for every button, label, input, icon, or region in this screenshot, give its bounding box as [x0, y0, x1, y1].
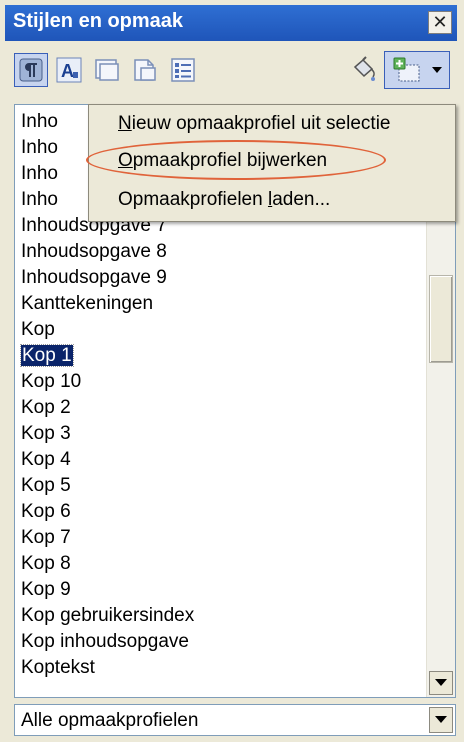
- svg-text:A: A: [61, 61, 74, 81]
- style-list-item-label: Inho: [21, 189, 58, 210]
- styles-and-formatting-window: Stijlen en opmaak ✕ A Inho Inho Inho Inh…: [0, 0, 464, 742]
- style-list-item[interactable]: Kop 8: [21, 551, 194, 577]
- style-list-item[interactable]: Kop gebruikersindex: [21, 603, 194, 629]
- style-list-item[interactable]: Inhoudsopgave 8: [21, 239, 194, 265]
- paragraph-styles-button[interactable]: [14, 53, 48, 87]
- style-list-item-label: Kop 5: [21, 475, 71, 496]
- style-list-item[interactable]: Koptekst: [21, 655, 194, 681]
- character-styles-button[interactable]: A: [52, 53, 86, 87]
- fill-format-mode-icon: [353, 56, 375, 81]
- style-list-item-label: Kop 6: [21, 501, 71, 522]
- list-styles-button[interactable]: [166, 53, 200, 87]
- new-style-from-selection-button[interactable]: [384, 51, 450, 89]
- style-list-item-label: Kop 9: [21, 579, 71, 600]
- chevron-down-icon: [435, 716, 447, 723]
- style-list-item-label: Kanttekeningen: [21, 293, 154, 314]
- toolbar: A: [12, 47, 452, 99]
- paragraph-styles-icon: [19, 58, 43, 82]
- style-list-item[interactable]: Kanttekeningen: [21, 291, 194, 317]
- chevron-down-icon[interactable]: [429, 62, 445, 78]
- style-list-item-label: Kop inhoudsopgave: [21, 631, 189, 652]
- menu-item-new-style-from-selection[interactable]: Nieuw opmaakprofiel uit selectie: [118, 113, 390, 135]
- title-bar: Stijlen en opmaak ✕: [5, 5, 457, 41]
- style-list-item[interactable]: Kop 3: [21, 421, 194, 447]
- frame-styles-icon: [95, 59, 119, 81]
- style-list-item[interactable]: Kop 5: [21, 473, 194, 499]
- scroll-down-button[interactable]: [429, 671, 453, 695]
- menu-item-load-styles[interactable]: Opmaakprofielen laden...: [118, 189, 330, 211]
- filter-dropdown-button[interactable]: [429, 707, 453, 733]
- character-styles-icon: A: [56, 57, 82, 83]
- style-list-item[interactable]: Kop 7: [21, 525, 194, 551]
- style-list-item-label: Inhoudsopgave 9: [21, 267, 167, 288]
- style-list-item-label: Inho: [21, 137, 58, 158]
- close-button[interactable]: ✕: [428, 11, 452, 34]
- close-icon: ✕: [432, 12, 448, 32]
- style-list-item[interactable]: Kop 1: [20, 343, 194, 369]
- style-list-item-label: Inho: [21, 163, 58, 184]
- style-list-item-label: Kop 7: [21, 527, 71, 548]
- list-styles-icon: [171, 58, 195, 82]
- page-styles-icon: [134, 59, 156, 81]
- page-styles-button[interactable]: [128, 53, 162, 87]
- style-list-item-label: Kop gebruikersindex: [21, 605, 195, 626]
- style-list-item-label: Inho: [21, 111, 58, 132]
- fill-format-mode-button[interactable]: [347, 53, 381, 87]
- style-list-item-label: Koptekst: [21, 657, 95, 678]
- style-list-item-label: Kop 3: [21, 423, 71, 444]
- frame-styles-button[interactable]: [90, 53, 124, 87]
- scrollbar-thumb[interactable]: [429, 275, 453, 363]
- style-list-item-label: Kop 1: [20, 344, 74, 367]
- arrow-down-icon: [435, 679, 447, 686]
- new-style-from-selection-icon: [393, 57, 420, 82]
- highlight-ellipse: [86, 140, 386, 180]
- style-list-item-label: Kop: [21, 319, 55, 340]
- style-list-item[interactable]: Kop inhoudsopgave: [21, 629, 194, 655]
- style-list-item-label: Kop 10: [21, 371, 82, 392]
- style-list-item-label: Kop 4: [21, 449, 71, 470]
- style-list-item[interactable]: Kop 2: [21, 395, 194, 421]
- style-filter-value: Alle opmaakprofielen: [21, 710, 199, 731]
- style-list-item[interactable]: Kop: [21, 317, 194, 343]
- style-list-item[interactable]: Inhoudsopgave 9: [21, 265, 194, 291]
- style-filter-select[interactable]: Alle opmaakprofielen: [14, 704, 456, 736]
- window-title: Stijlen en opmaak: [13, 10, 184, 32]
- style-list-item[interactable]: Kop 4: [21, 447, 194, 473]
- style-list-item[interactable]: Kop 6: [21, 499, 194, 525]
- style-list-item-label: Kop 2: [21, 397, 71, 418]
- style-list-item[interactable]: Kop 9: [21, 577, 194, 603]
- style-list-item[interactable]: Kop 10: [21, 369, 194, 395]
- style-list-item-label: Inhoudsopgave 8: [21, 241, 167, 262]
- style-list-item-label: Kop 8: [21, 553, 71, 574]
